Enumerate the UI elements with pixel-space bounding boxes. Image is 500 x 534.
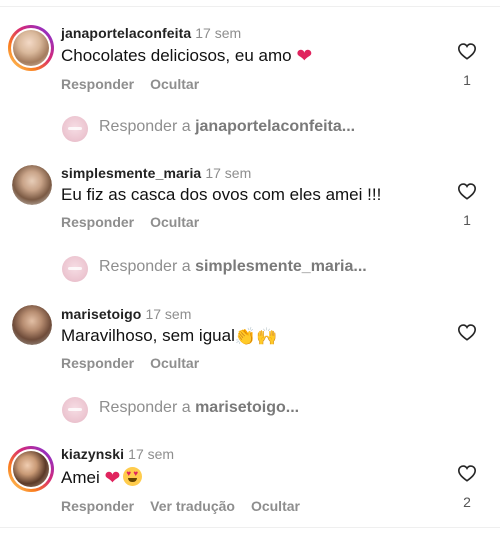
comment-text: Maravilhoso, sem igual👏🙌 (61, 326, 278, 346)
like-count: 1 (463, 212, 471, 228)
timestamp: 17 sem (205, 165, 252, 181)
reply-button[interactable]: Responder (61, 76, 134, 92)
own-avatar (62, 397, 88, 423)
username[interactable]: janaportelaconfeita (61, 25, 191, 41)
like-count: 1 (463, 72, 471, 88)
red-heart-icon: ❤ (296, 46, 313, 67)
see-translation-button[interactable]: Ver tradução (150, 498, 235, 514)
hide-button[interactable]: Ocultar (150, 214, 199, 230)
like-count: 2 (463, 494, 471, 510)
hide-button[interactable]: Ocultar (251, 498, 300, 514)
comment-text: Chocolates deliciosos, eu amo ❤ (61, 46, 313, 67)
timestamp: 17 sem (145, 306, 192, 322)
like-heart-icon[interactable] (457, 464, 477, 482)
avatar[interactable] (12, 305, 52, 345)
like-heart-icon[interactable] (457, 182, 477, 200)
own-avatar (62, 256, 88, 282)
heart-eyes-icon (123, 467, 143, 486)
avatar[interactable] (8, 446, 54, 492)
red-heart-icon: ❤ (104, 468, 121, 489)
like-heart-icon[interactable] (457, 323, 477, 341)
like-heart-icon[interactable] (457, 42, 477, 60)
comment-text: Amei ❤ (61, 467, 143, 490)
bottom-divider (0, 527, 500, 528)
own-avatar (62, 116, 88, 142)
timestamp: 17 sem (195, 25, 242, 41)
clapping-hands-icon: 👏🙌 (234, 327, 278, 346)
top-divider (0, 6, 500, 7)
username[interactable]: marisetoigo (61, 306, 141, 322)
hide-button[interactable]: Ocultar (150, 76, 199, 92)
username[interactable]: kiazynski (61, 446, 124, 462)
hide-button[interactable]: Ocultar (150, 355, 199, 371)
avatar[interactable] (8, 25, 54, 71)
timestamp: 17 sem (128, 446, 175, 462)
reply-button[interactable]: Responder (61, 498, 134, 514)
username[interactable]: simplesmente_maria (61, 165, 201, 181)
comment-text: Eu fiz as casca dos ovos com eles amei !… (61, 185, 382, 204)
avatar[interactable] (12, 165, 52, 205)
reply-button[interactable]: Responder (61, 214, 134, 230)
reply-button[interactable]: Responder (61, 355, 134, 371)
